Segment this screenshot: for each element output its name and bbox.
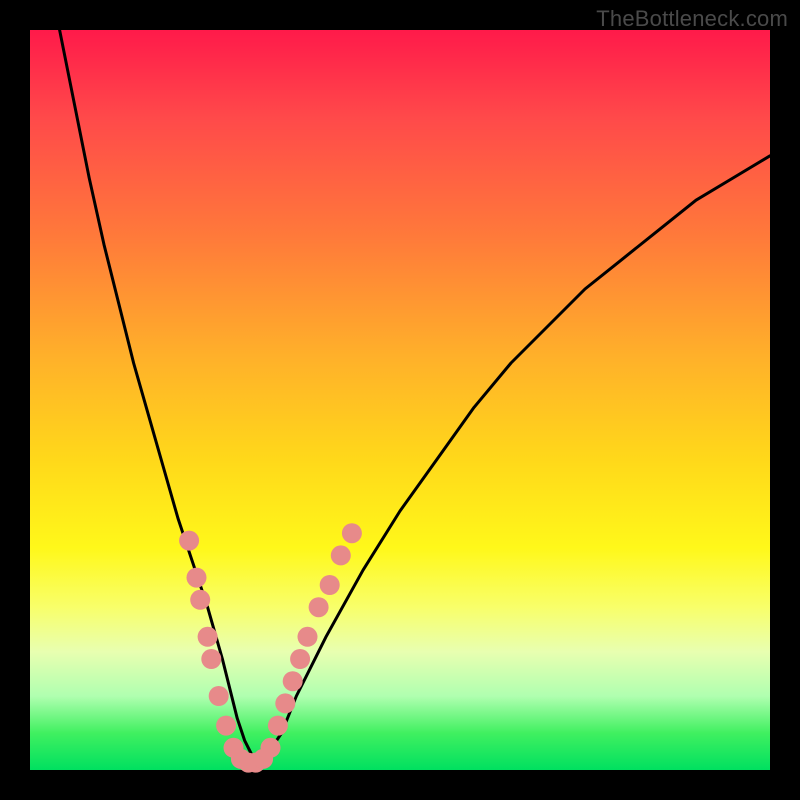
marker-dot: [298, 627, 318, 647]
marker-dot: [283, 671, 303, 691]
marker-dot: [320, 575, 340, 595]
curve-path: [60, 30, 770, 763]
bottleneck-curve: [60, 30, 770, 763]
marker-dot: [261, 738, 281, 758]
marker-dot: [209, 686, 229, 706]
marker-dot: [201, 649, 221, 669]
marker-dot: [216, 716, 236, 736]
marker-dot: [331, 545, 351, 565]
highlight-markers: [179, 523, 362, 772]
marker-dot: [179, 531, 199, 551]
marker-dot: [187, 568, 207, 588]
marker-dot: [309, 597, 329, 617]
bottleneck-chart: [0, 0, 800, 800]
marker-dot: [198, 627, 218, 647]
marker-dot: [342, 523, 362, 543]
marker-dot: [290, 649, 310, 669]
marker-dot: [190, 590, 210, 610]
marker-dot: [275, 693, 295, 713]
marker-dot: [268, 716, 288, 736]
